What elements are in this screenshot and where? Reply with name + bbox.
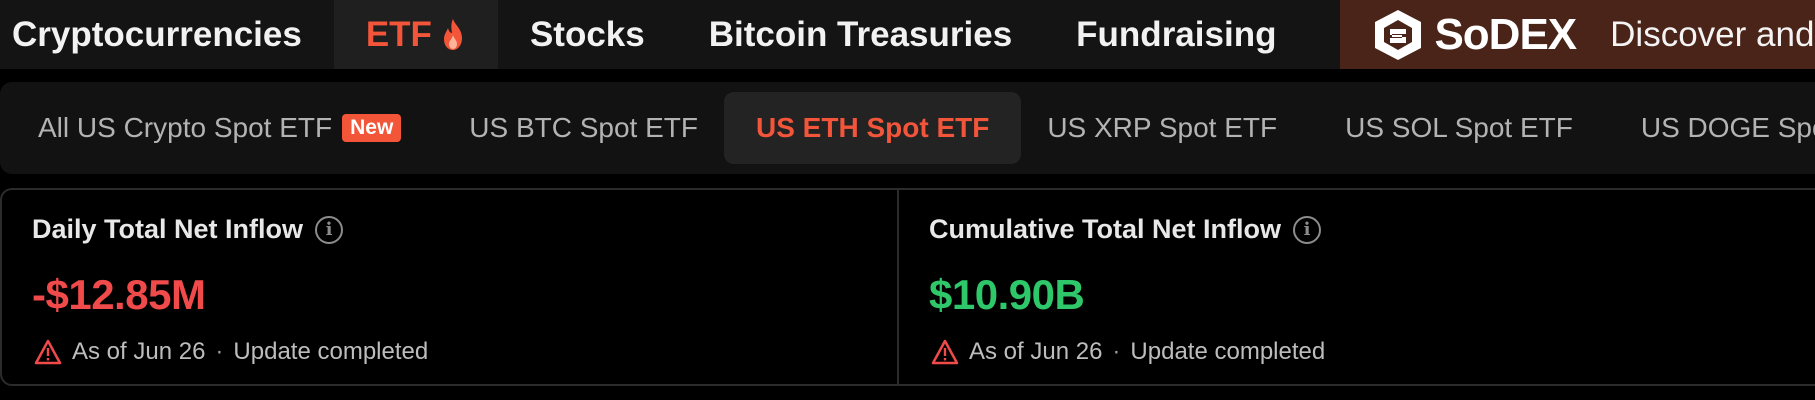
card-title-text: Daily Total Net Inflow <box>32 214 304 244</box>
tab-us-btc-spot-etf[interactable]: US BTC Spot ETF <box>443 92 724 164</box>
sodex-ad-banner[interactable]: SoDEX Discover and A <box>1340 0 1815 69</box>
info-icon[interactable]: i <box>1293 215 1322 244</box>
new-badge: New <box>342 114 402 142</box>
etf-subtabs: All US Crypto Spot ETF New US BTC Spot E… <box>0 82 1815 174</box>
card-title: Cumulative Total Net Inflow i <box>929 214 1762 245</box>
as-of-date: As of Jun 26 <box>72 338 206 365</box>
top-nav: Cryptocurrencies ETF Stocks Bitcoin Trea… <box>0 0 1815 69</box>
status-text: Update completed <box>233 338 429 365</box>
daily-net-inflow-card: Daily Total Net Inflow i -$12.85M As of … <box>2 190 897 384</box>
tab-us-eth-spot-etf[interactable]: US ETH Spot ETF <box>724 92 1022 164</box>
warning-icon <box>931 339 959 365</box>
sodex-brand: SoDEX <box>1434 9 1577 59</box>
nav-bitcoin-treasuries[interactable]: Bitcoin Treasuries <box>677 0 1044 69</box>
nav-fundraising[interactable]: Fundraising <box>1044 0 1308 69</box>
tab-us-xrp-spot-etf[interactable]: US XRP Spot ETF <box>1021 92 1303 164</box>
separator: · <box>1112 338 1121 365</box>
update-status: As of Jun 26 · Update completed <box>34 338 428 366</box>
info-icon[interactable]: i <box>315 215 344 244</box>
fire-icon <box>443 18 462 50</box>
card-title: Daily Total Net Inflow i <box>32 214 867 245</box>
nav-label: Cryptocurrencies <box>12 14 302 54</box>
tab-us-doge-spot-etf[interactable]: US DOGE Spot ETF <box>1615 92 1815 164</box>
warning-icon <box>34 339 62 365</box>
tab-label: US DOGE Spot ETF <box>1640 112 1815 143</box>
sodex-promo-text: Discover and A <box>1610 14 1815 54</box>
tab-us-sol-spot-etf[interactable]: US SOL Spot ETF <box>1319 92 1599 164</box>
as-of-date: As of Jun 26 <box>969 338 1103 365</box>
nav-label: Stocks <box>529 14 645 54</box>
nav-cryptocurrencies[interactable]: Cryptocurrencies <box>0 0 334 69</box>
nav-etf[interactable]: ETF <box>333 0 498 69</box>
tab-label: All US Crypto Spot ETF <box>38 112 333 143</box>
card-title-text: Cumulative Total Net Inflow <box>929 214 1282 244</box>
nav-stocks[interactable]: Stocks <box>498 0 677 69</box>
tab-label: US SOL Spot ETF <box>1345 112 1573 143</box>
nav-label: Bitcoin Treasuries <box>708 14 1013 54</box>
tab-all-us-crypto-spot-etf[interactable]: All US Crypto Spot ETF New <box>12 92 427 164</box>
cumulative-net-inflow-card: Cumulative Total Net Inflow i $10.90B As… <box>897 190 1792 384</box>
cumulative-net-inflow-value: $10.90B <box>929 271 1085 318</box>
update-status: As of Jun 26 · Update completed <box>931 338 1325 366</box>
tab-label: US BTC Spot ETF <box>469 112 698 143</box>
nav-label: Fundraising <box>1076 14 1277 54</box>
status-text: Update completed <box>1130 338 1326 365</box>
sodex-logo-icon <box>1375 9 1422 60</box>
stats-panel: Daily Total Net Inflow i -$12.85M As of … <box>0 188 1815 386</box>
nav-label: ETF <box>365 14 432 54</box>
separator: · <box>215 338 224 365</box>
tab-label: US XRP Spot ETF <box>1047 112 1278 143</box>
daily-net-inflow-value: -$12.85M <box>32 271 206 318</box>
tab-label: US ETH Spot ETF <box>756 112 990 143</box>
